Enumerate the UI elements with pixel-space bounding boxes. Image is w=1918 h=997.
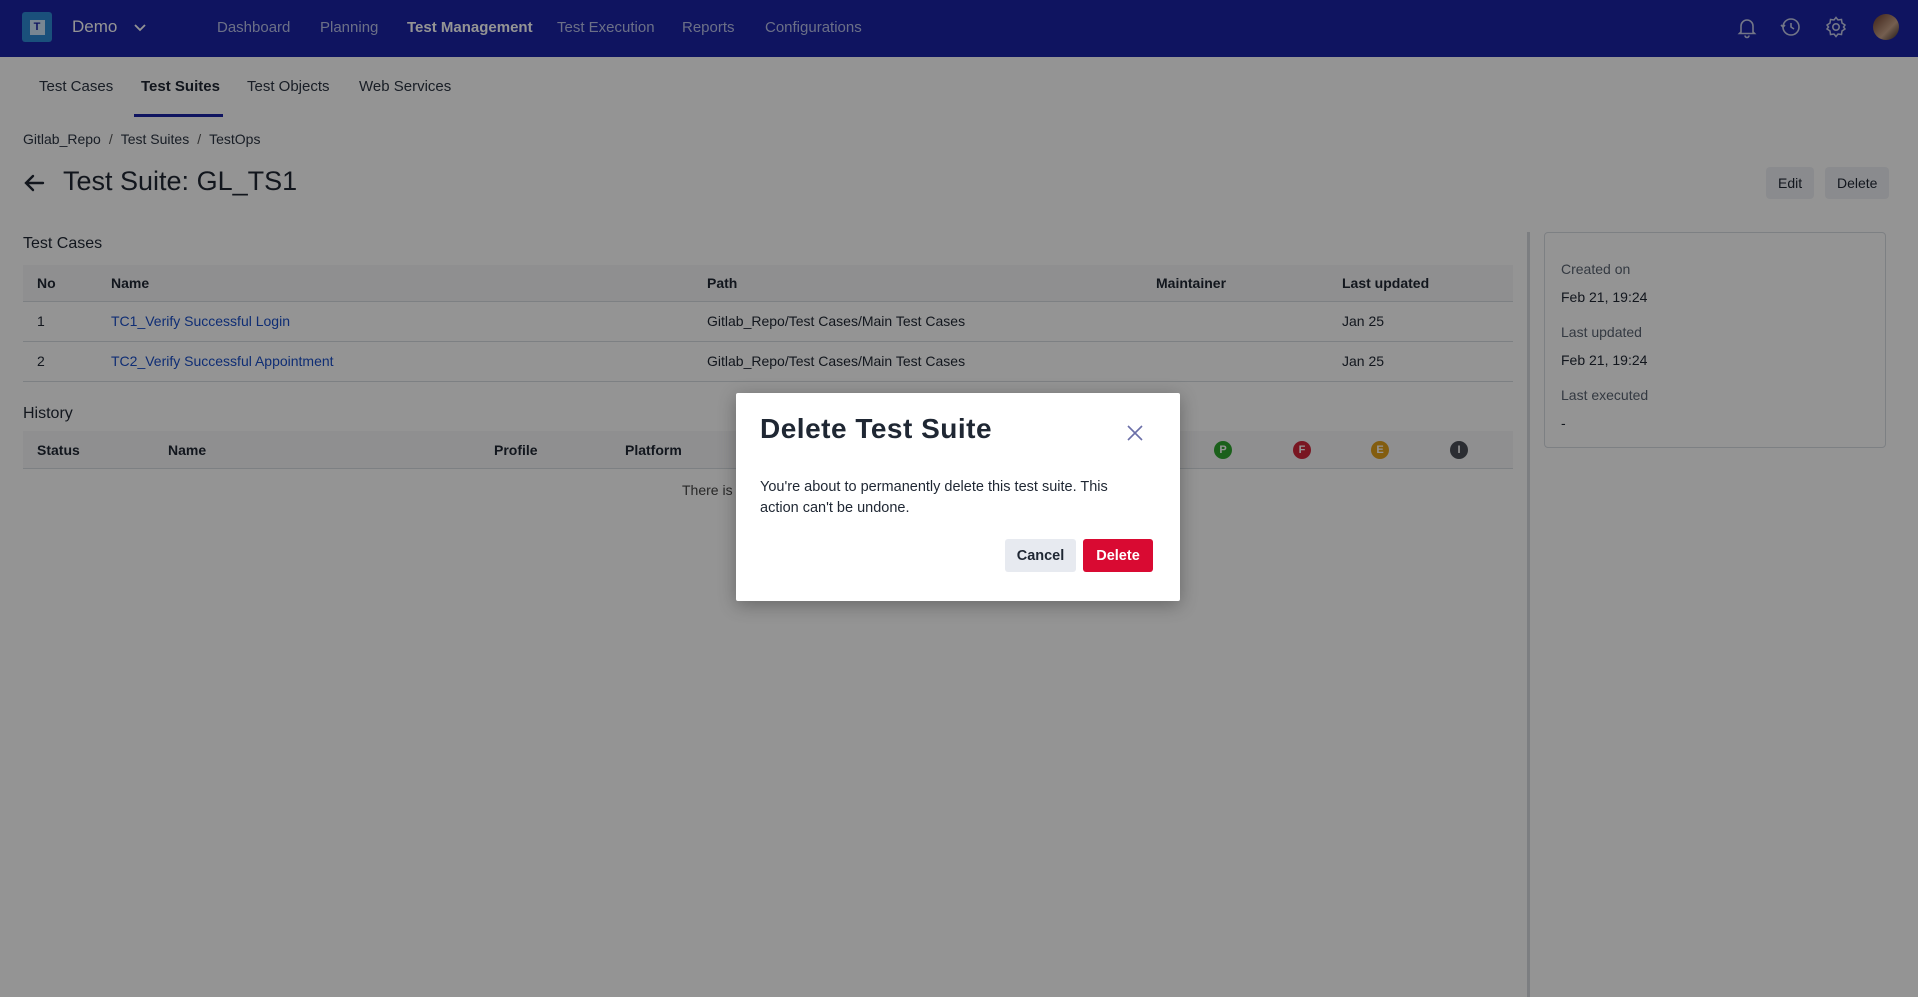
delete-test-suite-dialog: Delete Test Suite You're about to perman… [736,393,1180,601]
dialog-title: Delete Test Suite [760,413,993,444]
close-icon[interactable] [1124,422,1146,444]
dialog-message: You're about to permanently delete this … [760,479,1108,516]
cancel-button[interactable]: Cancel [1005,539,1076,572]
confirm-delete-button[interactable]: Delete [1083,539,1153,572]
